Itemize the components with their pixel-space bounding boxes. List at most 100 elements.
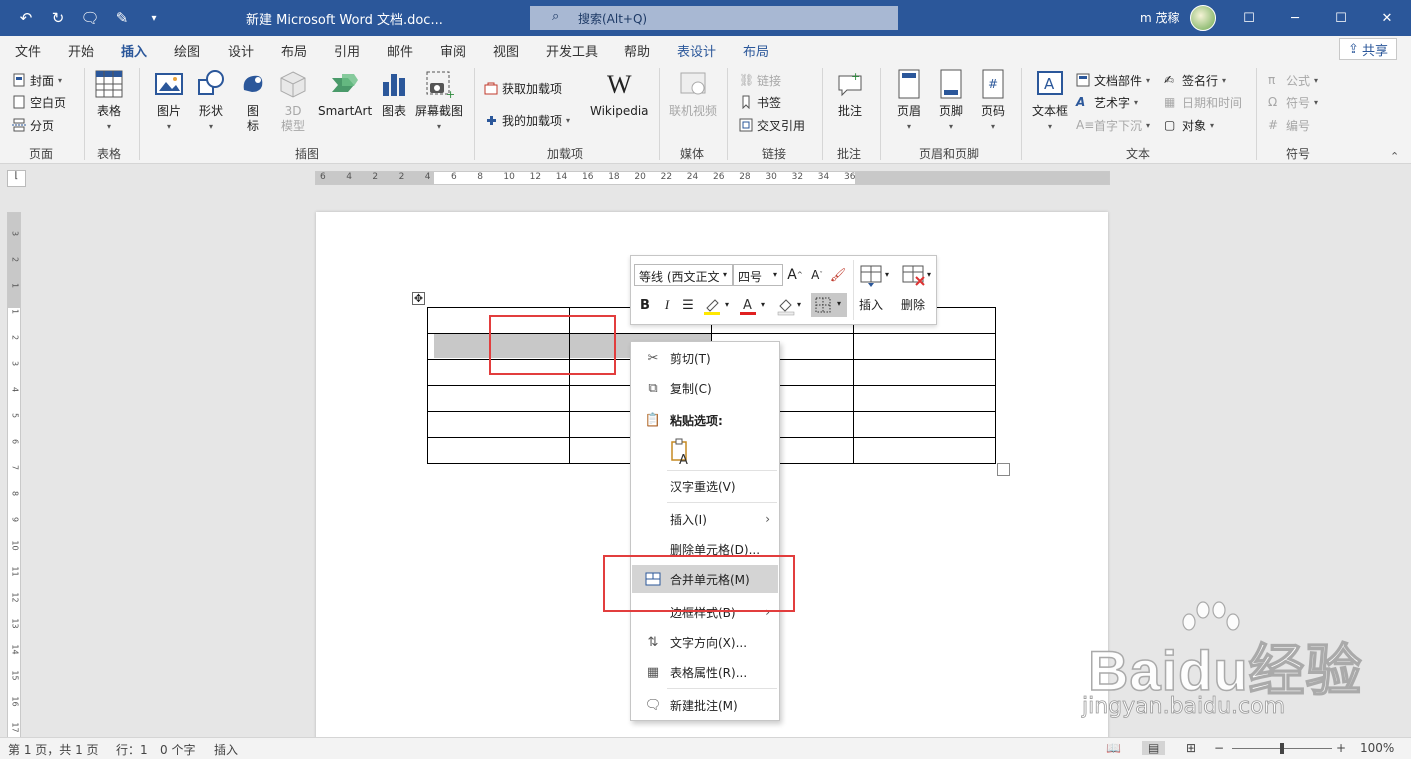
shading-chevron-down-icon[interactable]: ▾: [797, 300, 801, 309]
tab-references[interactable]: 引用: [334, 41, 360, 60]
smartart-button[interactable]: SmartArt: [318, 68, 372, 119]
table-cell[interactable]: [427, 385, 570, 412]
tab-view[interactable]: 视图: [493, 41, 519, 60]
comment-button[interactable]: + 批注: [835, 68, 865, 119]
page-number-button[interactable]: # 页码 ▾: [978, 68, 1008, 134]
grow-font-button[interactable]: A ^: [787, 266, 803, 284]
zoom-in-icon[interactable]: +: [1336, 741, 1346, 755]
table-cell[interactable]: [853, 437, 996, 464]
bold-button[interactable]: B: [637, 296, 653, 314]
close-button[interactable]: ✕: [1364, 0, 1410, 36]
tab-file[interactable]: 文件: [15, 41, 41, 60]
table-button[interactable]: 表格 ▾: [94, 68, 124, 134]
signature-line-button[interactable]: ✍ 签名行 ▾: [1164, 70, 1226, 90]
quick-parts-button[interactable]: 文档部件 ▾: [1076, 70, 1150, 90]
online-video-button[interactable]: 联机视频: [669, 68, 717, 119]
horizontal-ruler[interactable]: 6 4 2 2 4 6 8 10 12 14 16 18 20 22 24 26 28 30 32 34 36: [315, 171, 1110, 185]
table-cell[interactable]: [427, 411, 570, 438]
ribbon-display-options-icon[interactable]: ☐: [1226, 0, 1272, 36]
equation-button[interactable]: π 公式 ▾: [1268, 70, 1318, 90]
menu-item-insert[interactable]: 插入(I) ›: [632, 505, 778, 533]
undo-icon[interactable]: ↶: [16, 8, 36, 28]
picture-button[interactable]: 图片 ▾: [154, 68, 184, 134]
header-button[interactable]: 页眉 ▾: [894, 68, 924, 134]
print-layout-icon[interactable]: ▤: [1142, 741, 1166, 755]
blank-page-button[interactable]: 空白页: [12, 92, 66, 112]
comment-qat-icon[interactable]: 🗨: [80, 8, 100, 28]
delete-table-icon[interactable]: [901, 264, 927, 288]
word-count[interactable]: 0 个字: [160, 741, 195, 758]
tab-layout[interactable]: 布局: [281, 41, 307, 60]
font-color-icon[interactable]: A: [739, 296, 757, 316]
number-button[interactable]: # 编号: [1268, 115, 1310, 135]
web-layout-icon[interactable]: ⊞: [1186, 741, 1196, 755]
redo-icon[interactable]: ↻: [48, 8, 68, 28]
drop-cap-button[interactable]: A≡ 首字下沉 ▾: [1076, 115, 1150, 135]
tab-selector[interactable]: ⌊: [7, 170, 26, 187]
tab-insert[interactable]: 插入: [121, 41, 148, 66]
shrink-font-button[interactable]: Aˇ: [809, 266, 825, 284]
object-button[interactable]: ▢ 对象 ▾: [1164, 115, 1214, 135]
date-time-button[interactable]: ▦ 日期和时间: [1164, 92, 1242, 112]
line-number[interactable]: 行：1: [116, 741, 148, 758]
icons-button[interactable]: 图标: [238, 68, 268, 134]
collapse-ribbon-icon[interactable]: ⌃: [1390, 150, 1399, 163]
search-box[interactable]: ⌕ 搜索(Alt+Q): [530, 6, 898, 30]
tab-mailings[interactable]: 邮件: [387, 41, 413, 60]
size-dropdown-chevron-down-icon[interactable]: ▾: [773, 270, 777, 279]
edit-qat-icon[interactable]: ✎: [112, 8, 132, 28]
tab-developer[interactable]: 开发工具: [546, 41, 598, 60]
my-addins-button[interactable]: 我的加载项 ▾: [484, 110, 570, 130]
center-align-icon[interactable]: ☰: [679, 296, 697, 314]
tab-help[interactable]: 帮助: [624, 41, 650, 60]
shapes-button[interactable]: 形状 ▾: [196, 68, 226, 134]
link-button[interactable]: ⛓ 链接: [739, 70, 781, 90]
zoom-slider-thumb[interactable]: [1280, 743, 1284, 754]
text-box-button[interactable]: A 文本框 ▾: [1032, 68, 1068, 134]
delete-chevron-down-icon[interactable]: ▾: [927, 270, 931, 279]
avatar[interactable]: [1190, 5, 1216, 31]
borders-button[interactable]: ▾: [811, 293, 847, 317]
highlight-icon[interactable]: [703, 296, 721, 316]
footer-button[interactable]: 页脚 ▾: [936, 68, 966, 134]
menu-item-text-direction[interactable]: ⇅ 文字方向(X)...: [632, 628, 778, 656]
format-painter-icon[interactable]: 🖌: [829, 266, 847, 284]
3d-models-button[interactable]: 3D 模型: [277, 68, 309, 134]
table-resize-handle[interactable]: [997, 463, 1010, 476]
table-cell[interactable]: [853, 411, 996, 438]
minimize-button[interactable]: ─: [1272, 0, 1318, 36]
insert-chevron-down-icon[interactable]: ▾: [885, 270, 889, 279]
table-cell[interactable]: [853, 333, 996, 360]
insert-label[interactable]: 插入: [859, 296, 883, 313]
tab-table-layout[interactable]: 布局: [743, 41, 769, 60]
italic-button[interactable]: I: [659, 296, 675, 314]
tab-review[interactable]: 审阅: [440, 41, 466, 60]
menu-item-cut[interactable]: ✂ 剪切(T): [632, 344, 778, 372]
zoom-level[interactable]: 100%: [1360, 741, 1394, 755]
user-name[interactable]: m 茂稼: [1140, 9, 1180, 26]
tab-design[interactable]: 设计: [228, 41, 254, 60]
menu-item-hanzi-reselect[interactable]: 汉字重选(V): [632, 472, 778, 500]
qat-customize-icon[interactable]: ▾: [144, 8, 164, 28]
table-cell[interactable]: [427, 437, 570, 464]
cross-reference-button[interactable]: 交叉引用: [739, 115, 805, 135]
font-dropdown-chevron-down-icon[interactable]: ▾: [723, 270, 727, 279]
chart-button[interactable]: 图表: [379, 68, 409, 119]
read-mode-icon[interactable]: 📖: [1106, 741, 1121, 755]
menu-item-copy[interactable]: ⧉ 复制(C): [632, 374, 778, 402]
menu-item-new-comment[interactable]: 🗨 新建批注(M): [632, 691, 778, 719]
insert-mode[interactable]: 插入: [214, 741, 238, 758]
shading-icon[interactable]: [777, 296, 795, 316]
symbol-button[interactable]: Ω 符号 ▾: [1268, 92, 1318, 112]
font-color-chevron-down-icon[interactable]: ▾: [761, 300, 765, 309]
page-count[interactable]: 第 1 页，共 1 页: [8, 741, 99, 758]
wordart-button[interactable]: A 艺术字 ▾: [1076, 92, 1138, 112]
maximize-button[interactable]: ☐: [1318, 0, 1364, 36]
table-cell[interactable]: [853, 359, 996, 386]
zoom-out-icon[interactable]: −: [1214, 741, 1224, 755]
tab-draw[interactable]: 绘图: [174, 41, 200, 60]
vertical-ruler[interactable]: 3 2 1 1 2 3 4 5 6 7 8 9 10 11 12 13 14 15 16 17: [7, 212, 21, 742]
menu-item-table-properties[interactable]: ▦ 表格属性(R)...: [632, 658, 778, 686]
screenshot-button[interactable]: + 屏幕截图 ▾: [415, 68, 463, 134]
share-button[interactable]: ⇪ 共享: [1339, 38, 1397, 60]
